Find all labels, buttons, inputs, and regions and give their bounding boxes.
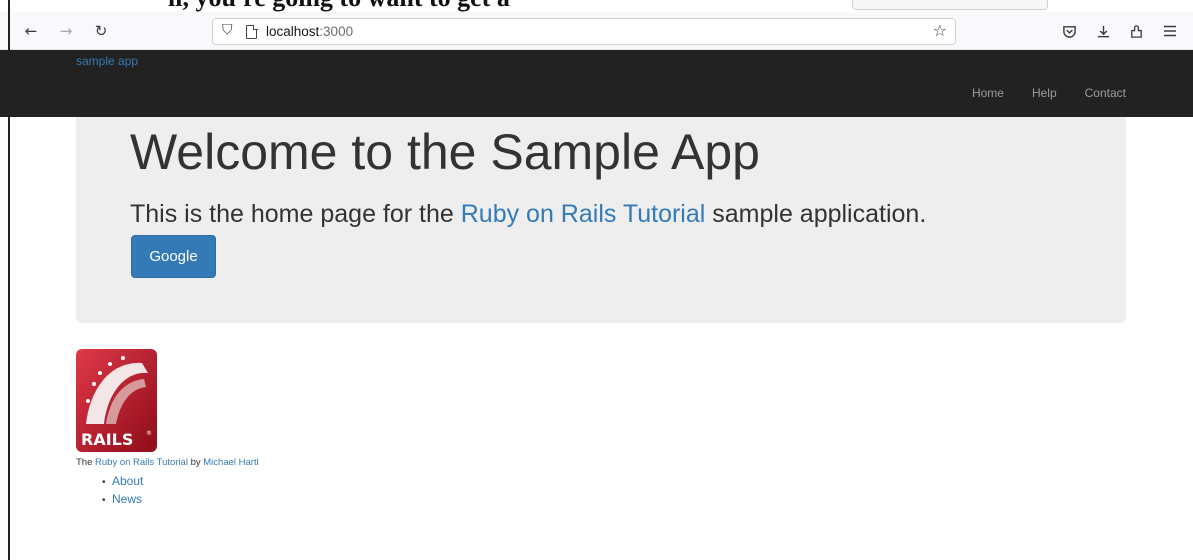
logo-link[interactable]: sample app: [76, 54, 138, 68]
url-text[interactable]: localhost:3000: [266, 24, 353, 39]
list-item: • News: [102, 491, 143, 509]
registered-mark: ®: [146, 430, 152, 437]
nav-help-link[interactable]: Help: [1032, 86, 1057, 100]
window-left-edge: [8, 0, 10, 560]
nav-links: Home Help Contact: [972, 86, 1126, 100]
forward-icon[interactable]: →: [53, 17, 79, 45]
page-icon[interactable]: [246, 24, 258, 39]
intro-text-before: This is the home page for the: [130, 200, 461, 228]
list-item: • About: [102, 473, 143, 491]
reload-icon[interactable]: ↻: [88, 17, 114, 45]
jumbotron: Welcome to the Sample App This is the ho…: [76, 117, 1126, 323]
cutoff-text: ll, you're going to want to get a: [168, 0, 510, 12]
extensions-icon[interactable]: [1123, 17, 1149, 45]
floating-panel-edge: [852, 0, 1048, 10]
pocket-icon[interactable]: [1056, 17, 1082, 45]
footer-nav: • About • News: [102, 473, 143, 509]
url-port: :3000: [319, 24, 354, 39]
footer-news-link[interactable]: News: [112, 492, 142, 506]
shield-icon[interactable]: ⛉: [222, 22, 233, 38]
footer-about-link[interactable]: About: [112, 474, 143, 488]
rails-wordmark: RAILS: [81, 430, 133, 449]
menu-icon[interactable]: [1157, 17, 1183, 45]
back-icon[interactable]: ←: [18, 17, 44, 45]
browser-toolbar: ← → ↻ ⛉ localhost:3000 ☆: [0, 12, 1193, 50]
footer-prefix: The: [76, 457, 96, 468]
bullet-icon: •: [102, 477, 106, 488]
bookmark-star-icon[interactable]: ☆: [933, 21, 947, 40]
url-host: localhost: [266, 24, 320, 39]
browser-window: ll, you're going to want to get a ← → ↻ …: [0, 0, 1193, 560]
window-top-strip: ll, you're going to want to get a: [0, 0, 1193, 12]
footer-credit: The Ruby on Rails Tutorial by Michael Ha…: [76, 457, 259, 468]
intro-text: This is the home page for the Ruby on Ra…: [130, 200, 926, 229]
intro-text-after: sample application.: [705, 200, 927, 228]
bullet-icon: •: [102, 495, 106, 506]
nav-home-link[interactable]: Home: [972, 86, 1004, 100]
rails-logo-image[interactable]: RAILS ®: [76, 349, 157, 452]
app-navbar: sample app Home Help Contact: [0, 50, 1193, 117]
address-bar[interactable]: ⛉ localhost:3000 ☆: [212, 18, 956, 45]
footer-by: by: [187, 457, 204, 468]
footer-tutorial-link[interactable]: Ruby on Rails Tutorial: [95, 457, 188, 468]
nav-contact-link[interactable]: Contact: [1085, 86, 1126, 100]
google-button[interactable]: Google: [131, 235, 216, 278]
download-icon[interactable]: [1090, 17, 1116, 45]
page-title: Welcome to the Sample App: [130, 124, 760, 180]
footer-author-link[interactable]: Michael Hartl: [203, 457, 258, 468]
tutorial-link[interactable]: Ruby on Rails Tutorial: [461, 200, 706, 228]
